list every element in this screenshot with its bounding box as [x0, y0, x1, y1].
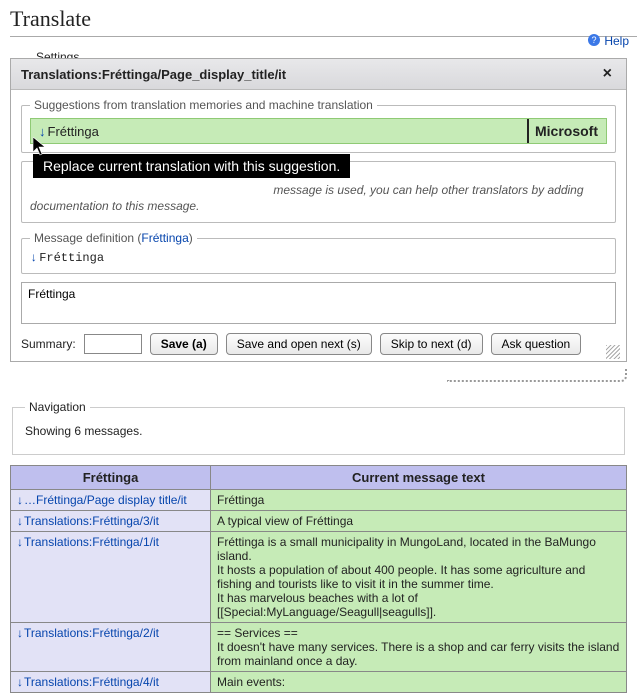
- suggestions-box: Suggestions from translation memories an…: [21, 98, 616, 153]
- svg-text:?: ?: [591, 35, 596, 45]
- table-row: ↓Translations:Fréttinga/1/itFréttinga is…: [11, 532, 627, 623]
- down-arrow-icon: ↓: [17, 535, 23, 549]
- navigation-showing: Showing 6 messages.: [25, 424, 142, 438]
- skip-next-button[interactable]: Skip to next (d): [380, 333, 483, 355]
- message-link[interactable]: Translations:Fréttinga/2/it: [24, 626, 159, 640]
- editor-title: Translations:Fréttinga/Page_display_titl…: [21, 67, 286, 82]
- down-arrow-icon: ↓: [17, 626, 23, 640]
- message-text-cell: A typical view of Fréttinga: [211, 511, 627, 532]
- suggestion-item[interactable]: ↓ Fréttinga Microsoft: [30, 118, 607, 144]
- use-suggestion-arrow-icon[interactable]: ↓: [39, 124, 46, 139]
- suggestion-tooltip: Replace current translation with this su…: [33, 154, 350, 178]
- suggestions-legend: Suggestions from translation memories an…: [30, 98, 377, 112]
- message-text-cell: Fréttinga: [211, 490, 627, 511]
- suggestion-source: Microsoft: [535, 123, 598, 139]
- message-text-line: It doesn't have many services. There is …: [217, 640, 620, 668]
- translation-input[interactable]: [21, 282, 616, 324]
- summary-input[interactable]: [84, 334, 142, 354]
- messages-table: Fréttinga Current message text ↓…Fréttin…: [10, 465, 627, 693]
- message-link[interactable]: …Fréttinga/Page display title/it: [24, 493, 187, 507]
- table-row: ↓Translations:Fréttinga/4/it Main events:: [11, 672, 627, 693]
- message-key-cell: ↓Translations:Fréttinga/1/it: [11, 532, 211, 623]
- summary-label: Summary:: [21, 337, 76, 351]
- definition-legend: Message definition (Fréttinga): [30, 231, 197, 245]
- down-arrow-icon: ↓: [30, 251, 37, 265]
- message-key-cell: ↓Translations:Fréttinga/3/it: [11, 511, 211, 532]
- navigation-legend: Navigation: [25, 400, 90, 414]
- message-link[interactable]: Translations:Fréttinga/3/it: [24, 514, 159, 528]
- message-text-line: It hosts a population of about 400 peopl…: [217, 563, 620, 591]
- doc-text: xxxxxxxxxxxxxxxxxxxxxxxxxxxxxxxxxxxxxxxx…: [30, 182, 607, 214]
- suggestion-text: Fréttinga: [48, 124, 99, 139]
- message-key-cell: ↓…Fréttinga/Page display title/it: [11, 490, 211, 511]
- message-text-line: Fréttinga: [217, 493, 620, 507]
- down-arrow-icon: ↓: [17, 514, 23, 528]
- save-open-next-button[interactable]: Save and open next (s): [226, 333, 372, 355]
- message-text-cell: == Services ==It doesn't have many servi…: [211, 623, 627, 672]
- col-header-key: Fréttinga: [11, 466, 211, 490]
- table-row: ↓Translations:Fréttinga/2/it== Services …: [11, 623, 627, 672]
- table-row: ↓Translations:Fréttinga/3/it A typical vi…: [11, 511, 627, 532]
- definition-link[interactable]: Fréttinga: [141, 231, 188, 245]
- navigation-box: Navigation Showing 6 messages.: [12, 400, 625, 455]
- editor-dialog: Translations:Fréttinga/Page_display_titl…: [10, 58, 627, 362]
- message-text-cell: Main events:: [211, 672, 627, 693]
- message-text-line: Main events:: [217, 675, 620, 689]
- message-key-cell: ↓Translations:Fréttinga/2/it: [11, 623, 211, 672]
- resize-grip-icon[interactable]: [606, 345, 620, 359]
- message-text-cell: Fréttinga is a small municipality in Mun…: [211, 532, 627, 623]
- ask-question-button[interactable]: Ask question: [491, 333, 582, 355]
- down-arrow-icon: ↓: [17, 675, 23, 689]
- down-arrow-icon: ↓: [17, 493, 23, 507]
- save-button[interactable]: Save (a): [150, 333, 218, 355]
- definition-text: ↓Fréttinga: [30, 251, 607, 265]
- message-text-line: Fréttinga is a small municipality in Mun…: [217, 535, 620, 563]
- collapsed-stub: [447, 368, 627, 382]
- help-icon: ?: [587, 33, 601, 47]
- message-link[interactable]: Translations:Fréttinga/1/it: [24, 535, 159, 549]
- table-row: ↓…Fréttinga/Page display title/it Fréttin…: [11, 490, 627, 511]
- col-header-text: Current message text: [211, 466, 627, 490]
- close-icon[interactable]: ×: [599, 65, 616, 83]
- message-text-line: == Services ==: [217, 626, 620, 640]
- message-text-line: A typical view of Fréttinga: [217, 514, 620, 528]
- help-link[interactable]: ? Help: [587, 34, 629, 48]
- message-text-line: It has marvelous beaches with a lot of […: [217, 591, 620, 619]
- message-key-cell: ↓Translations:Fréttinga/4/it: [11, 672, 211, 693]
- message-link[interactable]: Translations:Fréttinga/4/it: [24, 675, 159, 689]
- definition-box: Message definition (Fréttinga) ↓Frétting…: [21, 231, 616, 274]
